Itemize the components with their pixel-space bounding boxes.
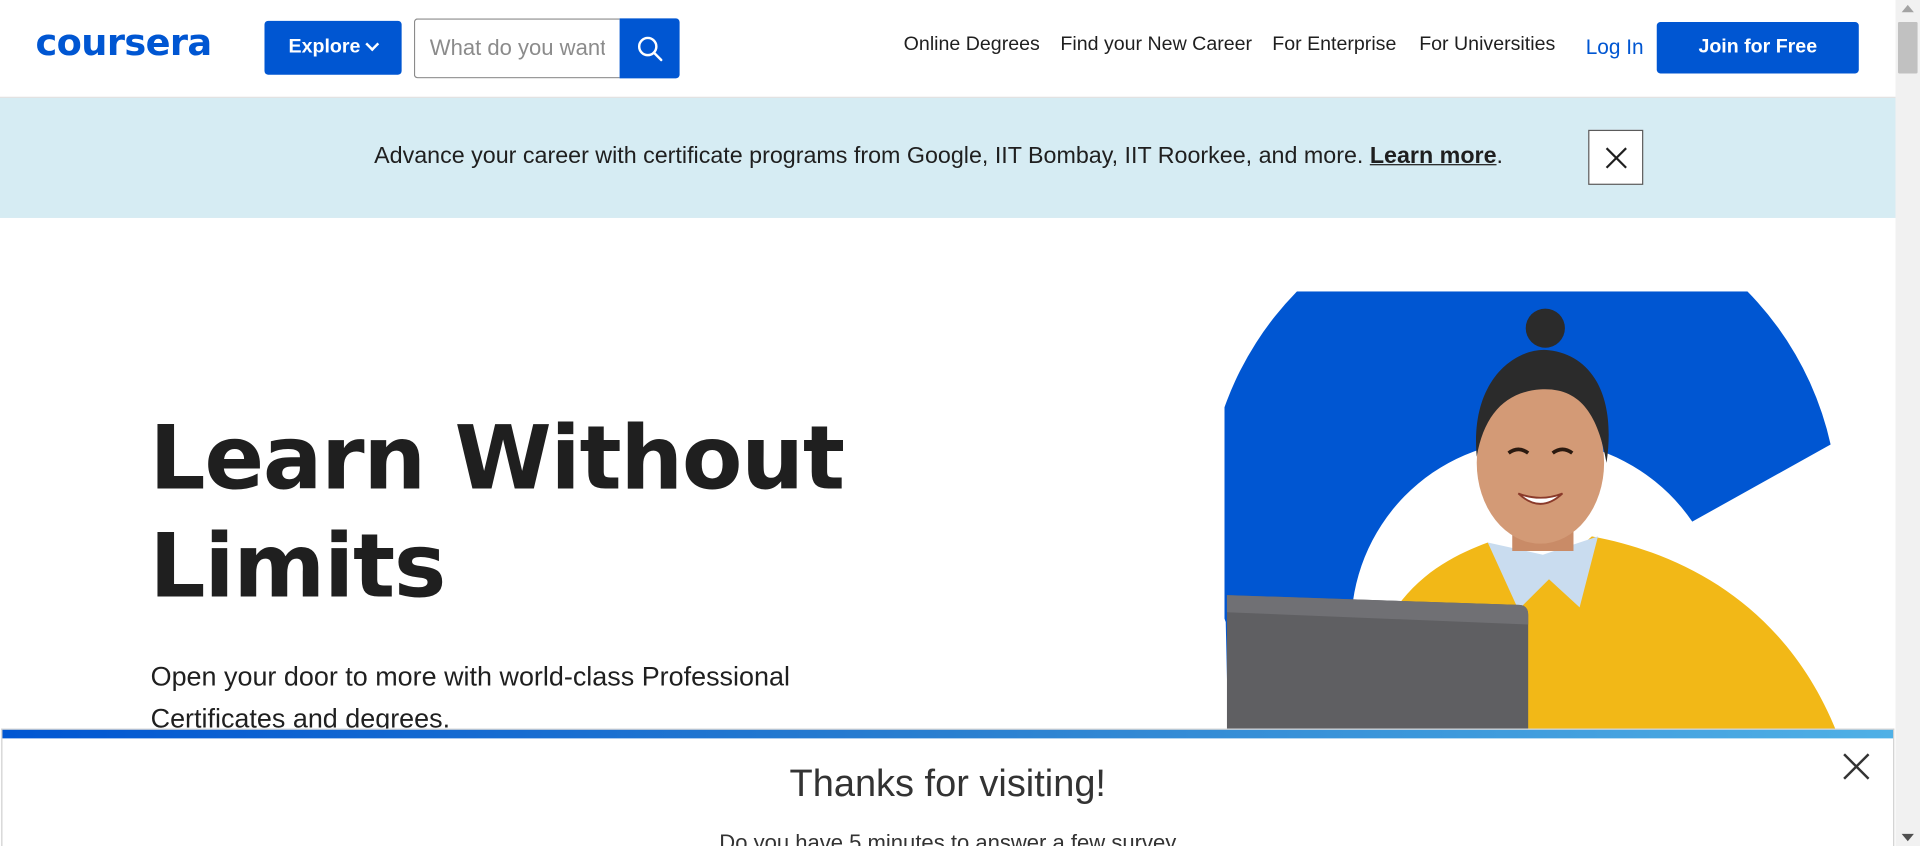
- banner-learn-more-link[interactable]: Learn more: [1370, 143, 1497, 169]
- top-navigation-bar: coursera Explore Online Degrees Find you…: [0, 0, 1896, 98]
- login-link[interactable]: Log In: [1586, 36, 1644, 60]
- survey-accent-bar: [2, 729, 1894, 739]
- hero-title-line2: Limits: [149, 514, 446, 618]
- hero-image: [1224, 291, 1862, 733]
- student-illustration: [1224, 291, 1837, 733]
- explore-button-label: Explore: [288, 36, 361, 58]
- scroll-up-arrow[interactable]: [1901, 4, 1914, 13]
- hero-title-line1: Learn Without: [149, 406, 845, 510]
- survey-close-icon[interactable]: [1839, 749, 1873, 783]
- close-icon: [1605, 146, 1627, 168]
- banner-close-button[interactable]: [1588, 129, 1644, 185]
- scroll-down-arrow[interactable]: [1901, 833, 1914, 842]
- search-input[interactable]: [413, 18, 620, 79]
- explore-button[interactable]: Explore: [264, 20, 402, 75]
- join-for-free-button[interactable]: Join for Free: [1656, 22, 1859, 74]
- scroll-thumb[interactable]: [1897, 22, 1918, 74]
- nav-find-new-career[interactable]: Find your New Career: [1060, 34, 1252, 56]
- nav-for-universities[interactable]: For Universities: [1419, 34, 1555, 56]
- nav-online-degrees[interactable]: Online Degrees: [904, 34, 1040, 56]
- page-scrollbar[interactable]: [1895, 0, 1920, 846]
- hero-subtitle: Open your door to more with world-class …: [150, 661, 790, 734]
- coursera-logo[interactable]: coursera: [36, 22, 213, 65]
- promo-banner: Advance your career with certificate pro…: [0, 97, 1896, 218]
- survey-panel: Thanks for visiting! Do you have 5 minut…: [1, 728, 1895, 846]
- survey-text: Do you have 5 minutes to answer a few su…: [719, 830, 1177, 846]
- hero-title: Learn Without Limits: [149, 404, 845, 620]
- survey-title: Thanks for visiting!: [789, 761, 1106, 805]
- banner-suffix: .: [1496, 143, 1503, 169]
- banner-text: Advance your career with certificate pro…: [374, 143, 1370, 169]
- chevron-down-icon: [365, 37, 380, 52]
- nav-for-enterprise[interactable]: For Enterprise: [1272, 34, 1396, 56]
- search-button[interactable]: [619, 18, 680, 79]
- search-icon: [637, 36, 662, 61]
